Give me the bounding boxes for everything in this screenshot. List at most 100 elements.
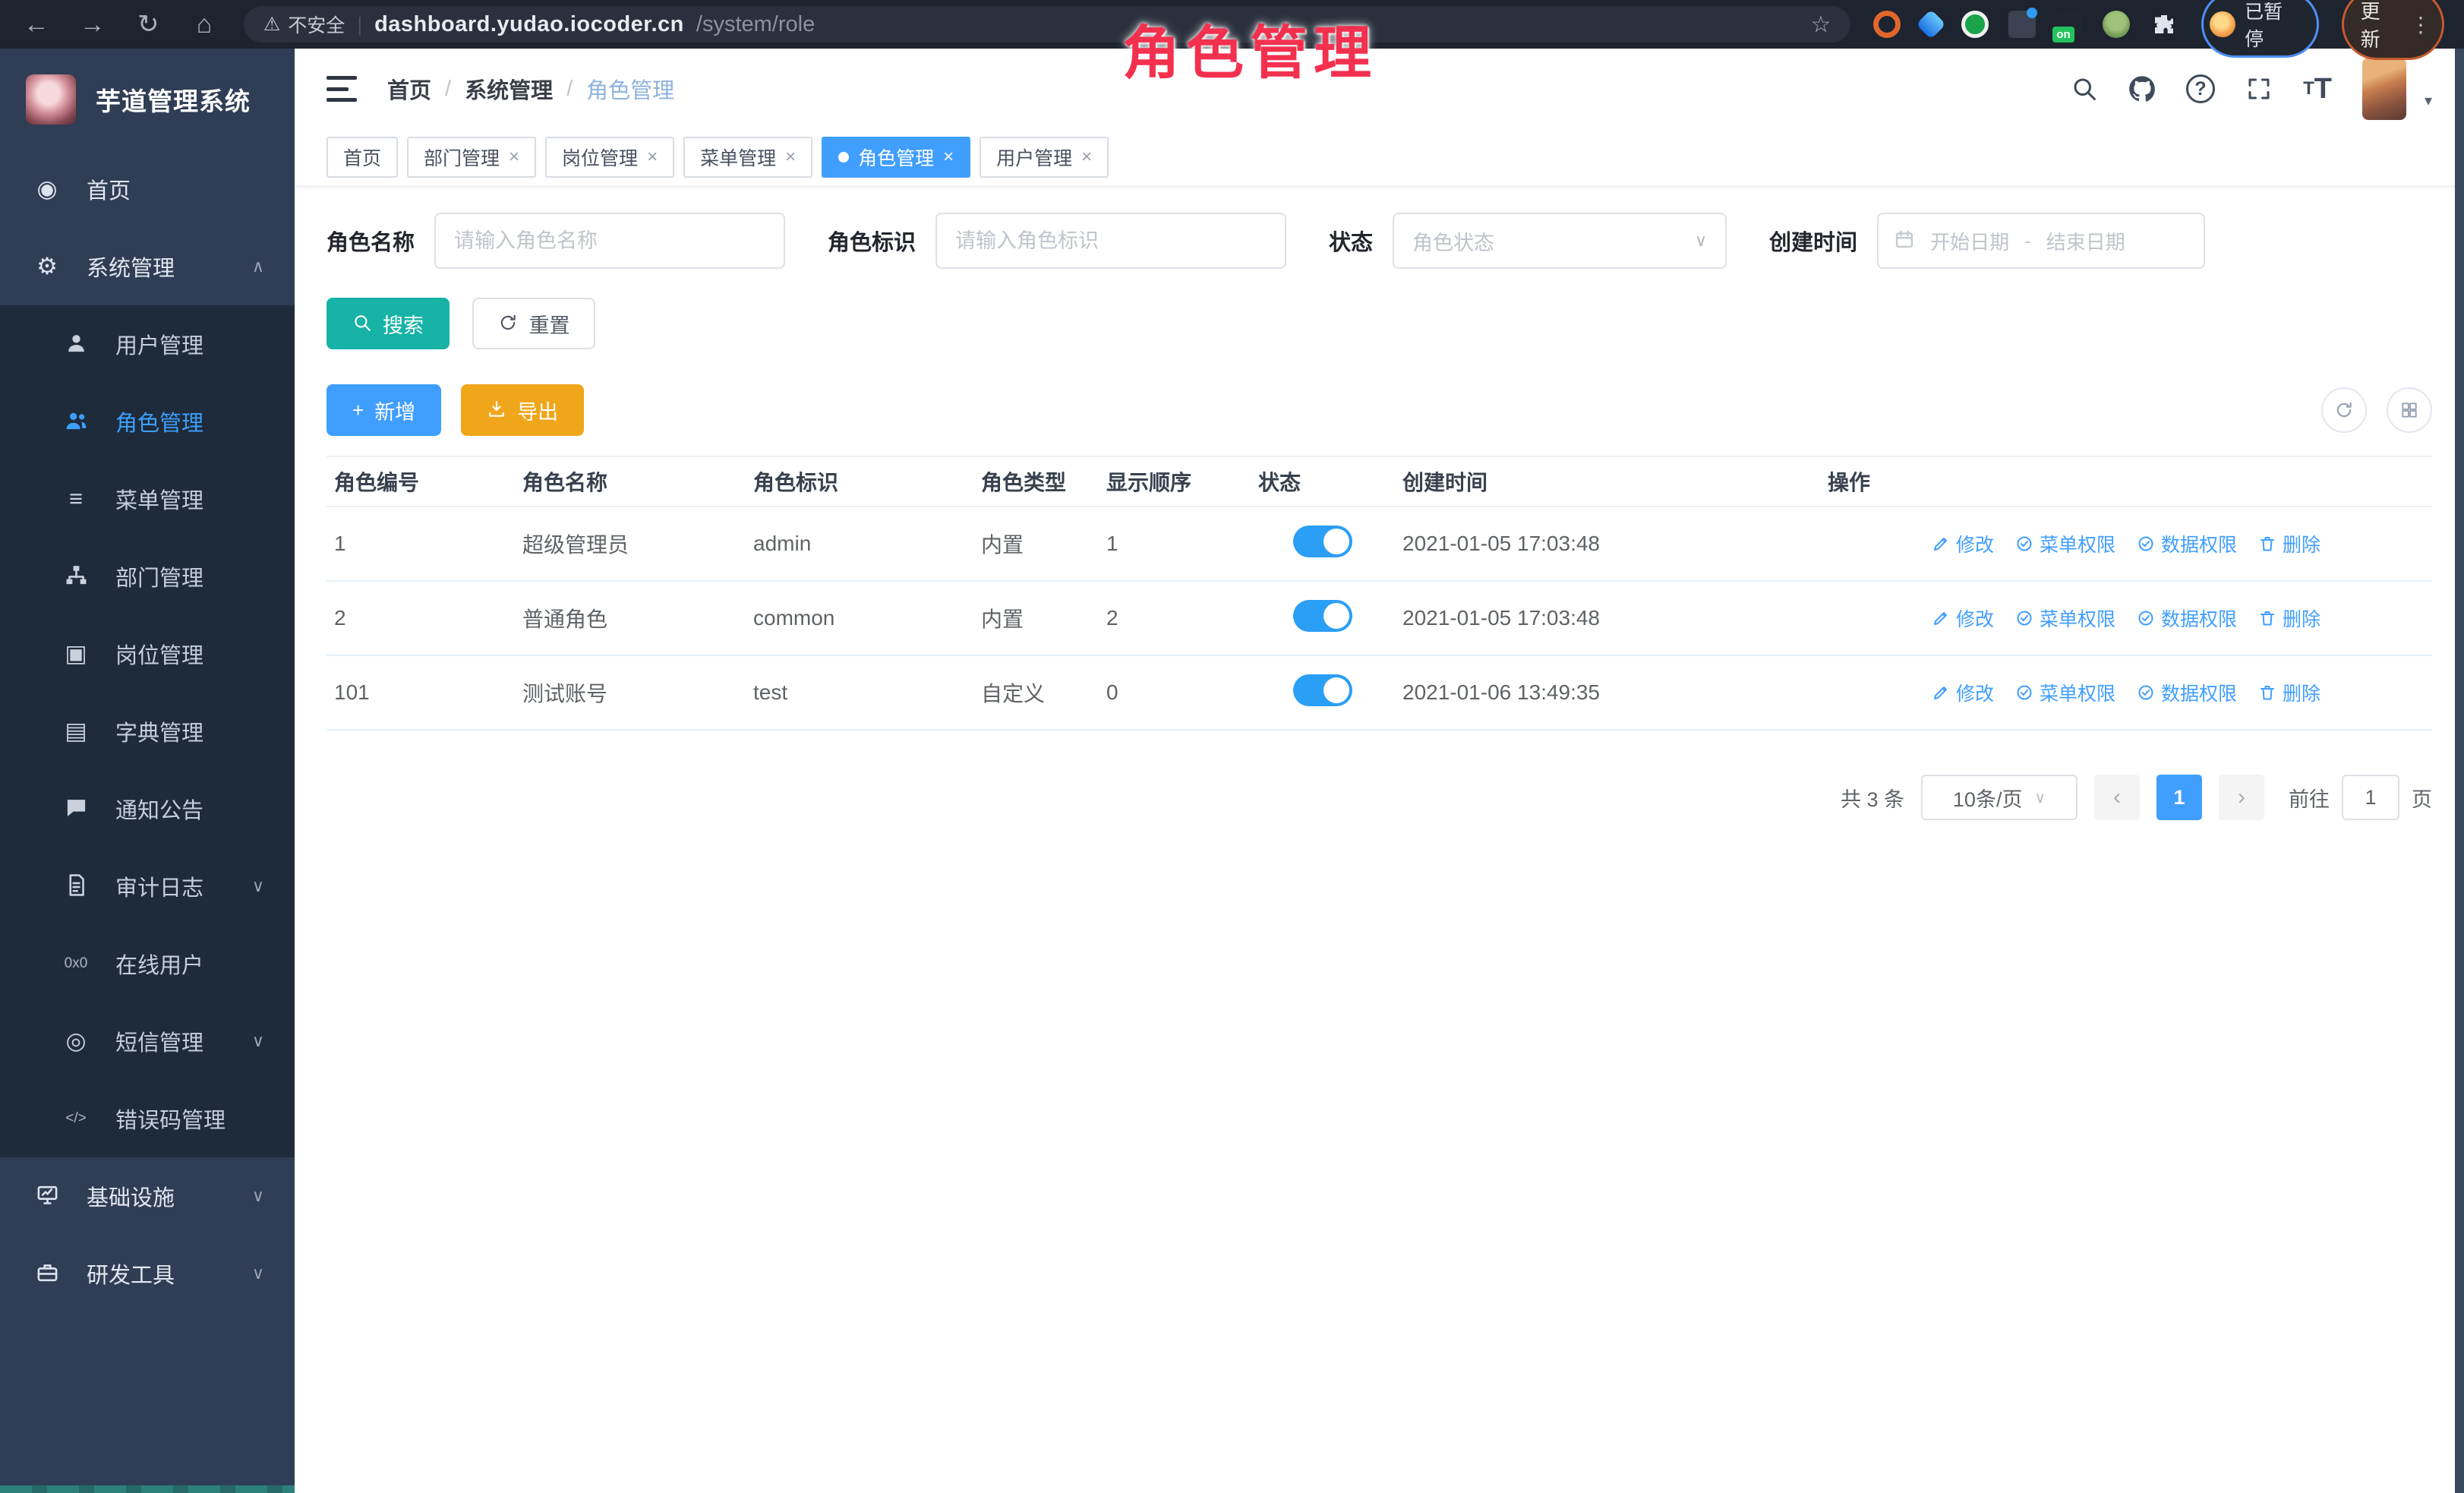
tab-首页[interactable]: 首页: [327, 137, 398, 178]
delete-action[interactable]: 删除: [2258, 679, 2320, 706]
row-actions: 修改菜单权限数据权限删除: [1932, 679, 2320, 706]
column-settings-button[interactable]: [2387, 387, 2432, 433]
user-avatar[interactable]: [2362, 58, 2406, 120]
role-key-input[interactable]: [935, 213, 1286, 269]
add-button[interactable]: + 新增: [327, 384, 441, 436]
close-icon[interactable]: ×: [647, 147, 658, 168]
breadcrumb-separator: /: [566, 77, 573, 102]
sidebar-item-角色管理[interactable]: 角色管理: [0, 383, 295, 460]
security-warning-icon[interactable]: ⚠ 不安全: [263, 11, 345, 38]
font-size-icon[interactable]: TT: [2303, 73, 2332, 106]
edit-action[interactable]: 修改: [1932, 530, 1994, 557]
caret-icon: ∧: [252, 257, 264, 276]
sidebar-item-错误码管理[interactable]: </> 错误码管理: [0, 1080, 295, 1157]
sidebar-item-岗位管理[interactable]: ▣ 岗位管理: [0, 615, 295, 693]
col-role-key: 角色标识: [746, 456, 973, 507]
create-time-range-picker[interactable]: 开始日期 - 结束日期: [1877, 213, 2205, 269]
next-page-button[interactable]: ›: [2219, 775, 2264, 820]
extensions-puzzle-icon[interactable]: [2150, 10, 2178, 39]
edit-action[interactable]: 修改: [1932, 604, 1994, 632]
avatar-caret-icon[interactable]: ▾: [2425, 91, 2432, 110]
extension-icon[interactable]: [1917, 9, 1947, 39]
tab-部门管理[interactable]: 部门管理 ×: [407, 137, 536, 178]
forward-icon[interactable]: →: [76, 10, 109, 39]
github-icon[interactable]: [2128, 75, 2156, 103]
extension-icon[interactable]: [2103, 11, 2130, 38]
page-suffix: 页: [2412, 783, 2432, 813]
extension-icon[interactable]: on: [2055, 11, 2083, 38]
goto-page-input[interactable]: [2342, 775, 2399, 820]
sidebar-item-审计日志[interactable]: 审计日志 ∨: [0, 848, 295, 925]
status-select[interactable]: 角色状态 ∨: [1393, 213, 1727, 269]
sidebar-item-研发工具[interactable]: 研发工具 ∨: [0, 1235, 295, 1312]
app-logo-row[interactable]: 芋道管理系统: [0, 49, 295, 150]
status-toggle[interactable]: [1293, 526, 1352, 557]
app-title: 芋道管理系统: [96, 81, 251, 118]
browser-update-button[interactable]: 更新 ⋮: [2342, 0, 2444, 60]
bookmark-star-icon[interactable]: ☆: [1810, 11, 1831, 38]
search-icon[interactable]: [2071, 75, 2098, 103]
docs-help-icon[interactable]: ?: [2186, 74, 2215, 103]
range-separator: -: [2024, 229, 2031, 253]
tab-角色管理[interactable]: 角色管理 ×: [822, 137, 970, 178]
search-button[interactable]: 搜索: [327, 298, 450, 349]
page-size-select[interactable]: 10条/页 ∨: [1921, 775, 2078, 820]
sidebar-item-首页[interactable]: ◉ 首页: [0, 150, 295, 228]
org-tree-icon: [59, 563, 93, 590]
browser-profile-pill[interactable]: 已暂停: [2201, 0, 2318, 58]
tab-岗位管理[interactable]: 岗位管理 ×: [545, 137, 674, 178]
sidebar-item-基础设施[interactable]: 基础设施 ∨: [0, 1157, 295, 1235]
delete-action[interactable]: 删除: [2258, 530, 2320, 557]
sidebar-item-部门管理[interactable]: 部门管理: [0, 538, 295, 615]
sidebar-item-用户管理[interactable]: 用户管理: [0, 305, 295, 383]
edit-action[interactable]: 修改: [1932, 679, 1994, 706]
menu-permission-action[interactable]: 菜单权限: [2015, 530, 2115, 557]
home-icon[interactable]: ⌂: [188, 10, 221, 39]
breadcrumb-home[interactable]: 首页: [387, 73, 431, 105]
profile-status-label: 已暂停: [2245, 0, 2301, 52]
extension-icon[interactable]: [1873, 11, 1901, 38]
extension-icon[interactable]: [1961, 11, 1989, 38]
page-scrollbar[interactable]: [2455, 49, 2464, 1493]
sidebar-collapse-icon[interactable]: [327, 76, 357, 102]
close-icon[interactable]: ×: [785, 147, 796, 168]
menu-permission-action[interactable]: 菜单权限: [2015, 679, 2115, 706]
status-toggle[interactable]: [1293, 600, 1352, 632]
data-permission-action[interactable]: 数据权限: [2137, 604, 2237, 632]
sidebar-item-通知公告[interactable]: 通知公告: [0, 770, 295, 848]
tab-用户管理[interactable]: 用户管理 ×: [980, 137, 1109, 178]
tab-菜单管理[interactable]: 菜单管理 ×: [683, 137, 812, 178]
menu-permission-action[interactable]: 菜单权限: [2015, 604, 2115, 632]
address-bar[interactable]: ⚠ 不安全 | dashboard.yudao.iocoder.cn/syste…: [244, 6, 1851, 43]
sidebar-item-在线用户[interactable]: 0x0 在线用户: [0, 925, 295, 1002]
close-icon[interactable]: ×: [509, 147, 519, 168]
col-create-time: 创建时间: [1395, 456, 1820, 507]
close-icon[interactable]: ×: [1081, 147, 1092, 168]
menu-list-icon: ≡: [59, 485, 93, 513]
status-toggle[interactable]: [1293, 674, 1352, 706]
delete-action[interactable]: 删除: [2258, 604, 2320, 632]
sidebar-item-系统管理[interactable]: ⚙ 系统管理 ∧: [0, 228, 295, 305]
sidebar-item-字典管理[interactable]: ▤ 字典管理: [0, 693, 295, 770]
role-type-cell: 内置: [973, 581, 1099, 655]
data-permission-action[interactable]: 数据权限: [2137, 679, 2237, 706]
fullscreen-icon[interactable]: [2245, 75, 2273, 103]
role-name-input[interactable]: [434, 213, 785, 269]
reset-button[interactable]: 重置: [472, 298, 595, 349]
error-code-icon: </>: [59, 1110, 93, 1127]
sidebar-item-短信管理[interactable]: ◎ 短信管理 ∨: [0, 1002, 295, 1080]
export-button[interactable]: 导出: [461, 384, 584, 436]
close-icon[interactable]: ×: [943, 147, 954, 168]
prev-page-button[interactable]: ‹: [2094, 775, 2140, 820]
breadcrumb-system[interactable]: 系统管理: [465, 73, 553, 105]
url-path: /system/role: [696, 12, 815, 37]
browser-menu-icon[interactable]: ⋮: [2410, 12, 2431, 37]
page-number-1[interactable]: 1: [2156, 775, 2202, 820]
reload-icon[interactable]: ↻: [131, 9, 165, 39]
data-permission-action[interactable]: 数据权限: [2137, 530, 2237, 557]
extension-icon[interactable]: [2008, 11, 2036, 38]
refresh-table-button[interactable]: [2321, 387, 2367, 433]
back-icon[interactable]: ←: [20, 10, 53, 39]
col-role-name: 角色名称: [515, 456, 746, 507]
sidebar-item-菜单管理[interactable]: ≡ 菜单管理: [0, 460, 295, 538]
